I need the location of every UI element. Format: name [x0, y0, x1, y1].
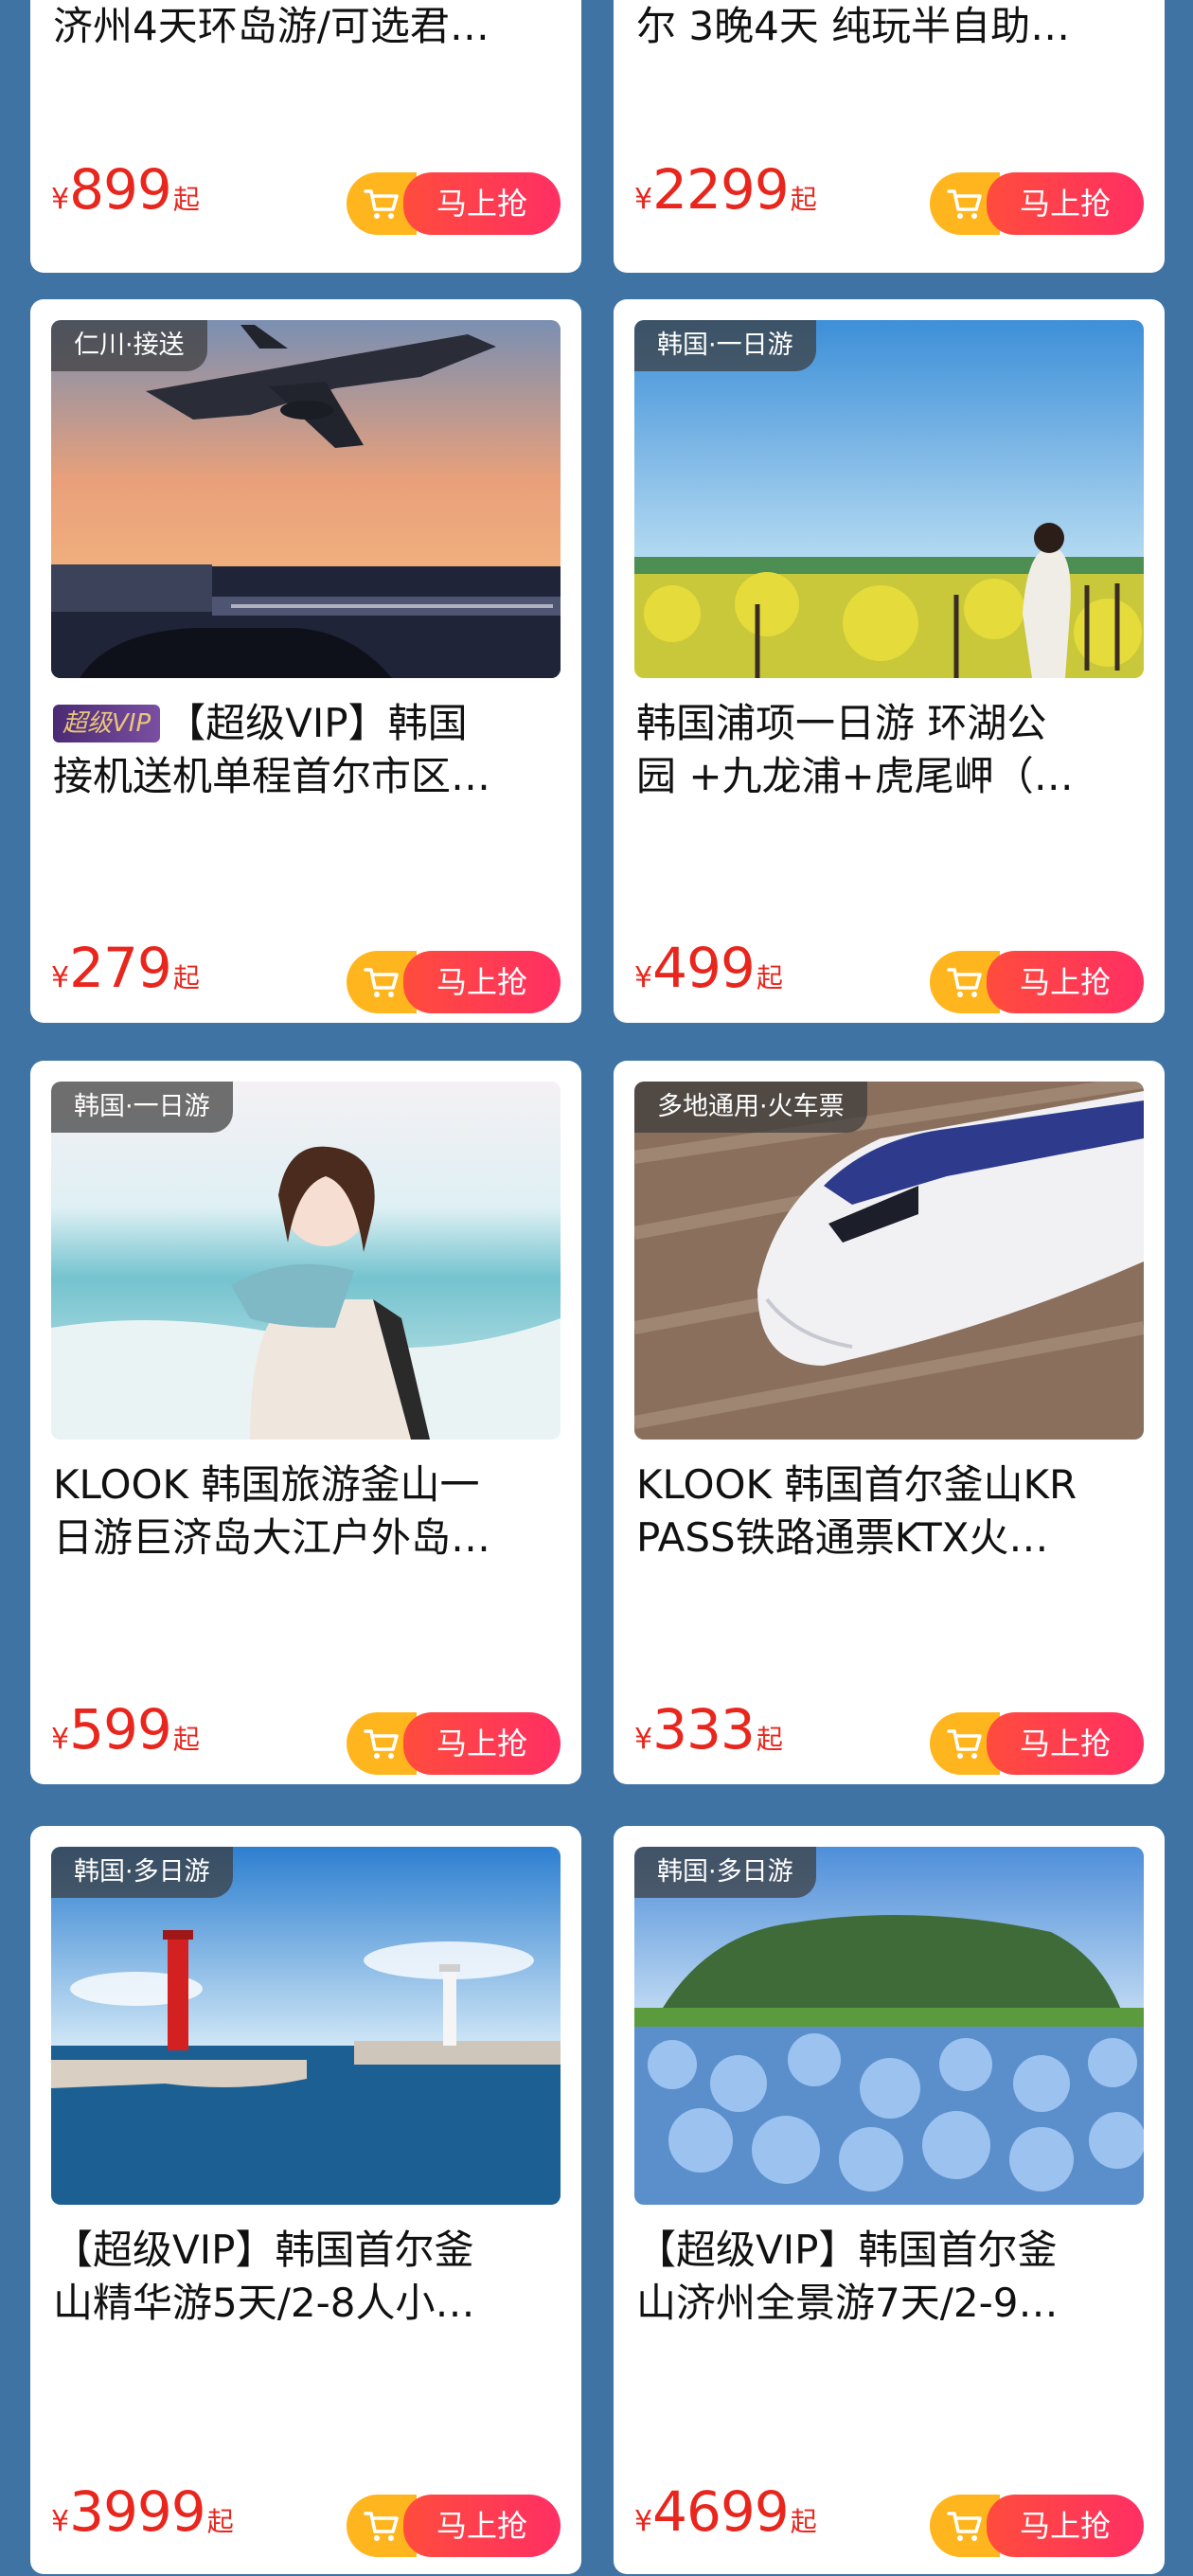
product-image: 仁川·接送 — [51, 320, 561, 678]
product-price: ¥333起 — [634, 1697, 783, 1762]
product-price: ¥499起 — [634, 936, 783, 1000]
buy-now-button[interactable]: 马上抢 — [347, 172, 561, 235]
product-card[interactable]: 济州4天环岛游/可选君… ¥899起 马上抢 — [30, 0, 581, 273]
product-card[interactable]: 仁川·接送 超级VIP 【超级VIP】韩国 接机送机单程首尔市区… ¥279起 马… — [30, 299, 581, 1023]
category-tag: 韩国·多日游 — [51, 1847, 233, 1898]
product-image: 多地通用·火车票 — [634, 1082, 1144, 1440]
product-image: 韩国·多日游 — [51, 1847, 561, 2205]
product-card[interactable]: 韩国·多日游 【超级VIP】韩国首尔釜 山济州全景游7天/2-9… ¥4699起… — [614, 1826, 1165, 2574]
category-tag: 韩国·一日游 — [51, 1082, 233, 1133]
product-card[interactable]: 尔 3晚4天 纯玩半自助… ¥2299起 马上抢 — [614, 0, 1165, 273]
product-card[interactable]: 韩国·多日游 【超级VIP】韩国首尔釜 山精华游5天/2-8人小… ¥3999起… — [30, 1826, 581, 2574]
category-tag: 韩国·一日游 — [634, 320, 816, 371]
product-title: 【超级VIP】韩国首尔釜 山精华游5天/2-8人小… — [53, 2227, 475, 2326]
product-price: ¥2299起 — [634, 157, 817, 222]
product-card[interactable]: 韩国·一日游 KLOOK 韩国旅游釜山一 日游巨济岛大江户外岛… ¥599起 马… — [30, 1061, 581, 1784]
product-title: 韩国浦项一日游 环湖公 园 +九龙浦+虎尾岬（… — [636, 700, 1074, 799]
category-tag: 多地通用·火车票 — [634, 1082, 867, 1133]
product-title: 尔 3晚4天 纯玩半自助… — [636, 3, 1071, 49]
buy-now-button[interactable]: 马上抢 — [930, 172, 1144, 235]
product-image: 韩国·多日游 — [634, 1847, 1144, 2205]
buy-now-button[interactable]: 马上抢 — [347, 2495, 561, 2557]
product-title: 超级VIP 【超级VIP】韩国 接机送机单程首尔市区… — [53, 700, 491, 799]
product-price: ¥3999起 — [51, 2479, 234, 2544]
buy-now-button[interactable]: 马上抢 — [930, 2495, 1144, 2557]
product-card[interactable]: 韩国·一日游 韩国浦项一日游 环湖公 园 +九龙浦+虎尾岬（… ¥499起 马上… — [614, 299, 1165, 1023]
product-price: ¥899起 — [51, 157, 200, 222]
product-title: 济州4天环岛游/可选君… — [53, 3, 490, 49]
product-image: 韩国·一日游 — [51, 1082, 561, 1440]
category-tag: 仁川·接送 — [51, 320, 207, 371]
buy-now-button[interactable]: 马上抢 — [347, 951, 561, 1013]
product-price: ¥279起 — [51, 936, 200, 1000]
product-price: ¥4699起 — [634, 2479, 817, 2544]
product-title: KLOOK 韩国首尔釜山KR PASS铁路通票KTX火… — [636, 1461, 1077, 1561]
product-title: 【超级VIP】韩国首尔釜 山济州全景游7天/2-9… — [636, 2227, 1059, 2326]
vip-badge: 超级VIP — [53, 705, 161, 742]
buy-now-button[interactable]: 马上抢 — [347, 1712, 561, 1775]
product-image: 韩国·一日游 — [634, 320, 1144, 678]
buy-now-button[interactable]: 马上抢 — [930, 951, 1144, 1013]
product-card[interactable]: 多地通用·火车票 KLOOK 韩国首尔釜山KR PASS铁路通票KTX火… ¥3… — [614, 1061, 1165, 1784]
category-tag: 韩国·多日游 — [634, 1847, 816, 1898]
buy-now-button[interactable]: 马上抢 — [930, 1712, 1144, 1775]
product-price: ¥599起 — [51, 1697, 200, 1762]
product-title: KLOOK 韩国旅游釜山一 日游巨济岛大江户外岛… — [53, 1461, 491, 1561]
